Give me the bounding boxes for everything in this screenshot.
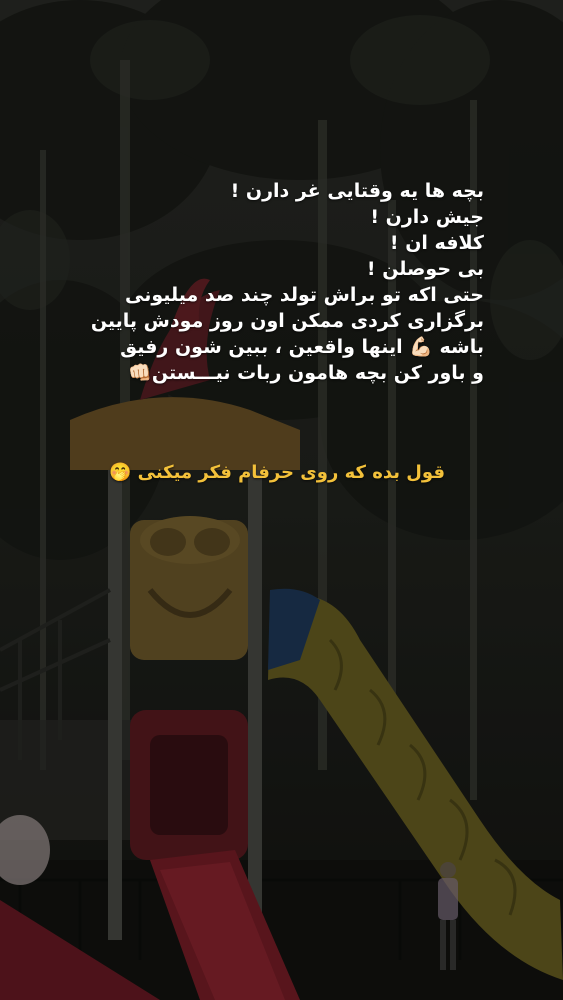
caption-line: باشه 💪🏻 اینها واقعین ، ببین شون رفیق	[120, 336, 484, 358]
caption-line: بچه ها یه وقتایی غر دارن !	[230, 180, 484, 202]
story-background: بچه ها یه وقتایی غر دارن ! جیش دارن ! کل…	[0, 0, 563, 1000]
caption-line: برگزاری کردی ممکن اون روز مودش پایین	[90, 310, 484, 332]
caption-line: حتی اکه تو براش تولد چند صد میلیونی	[124, 284, 484, 306]
caption-line: کلافه ان !	[389, 232, 484, 254]
dark-overlay	[0, 0, 563, 1000]
caption-line: و باور کن بچه هامون ربات نیـــستن👊🏻	[128, 362, 484, 384]
story-caption: بچه ها یه وقتایی غر دارن ! جیش دارن ! کل…	[40, 178, 484, 386]
caption-line: بی حوصلن !	[366, 258, 484, 280]
caption-line: جیش دارن !	[370, 206, 484, 228]
closing-line: قول بده که روی حرفام فکر میکنی 🤭	[108, 462, 445, 483]
